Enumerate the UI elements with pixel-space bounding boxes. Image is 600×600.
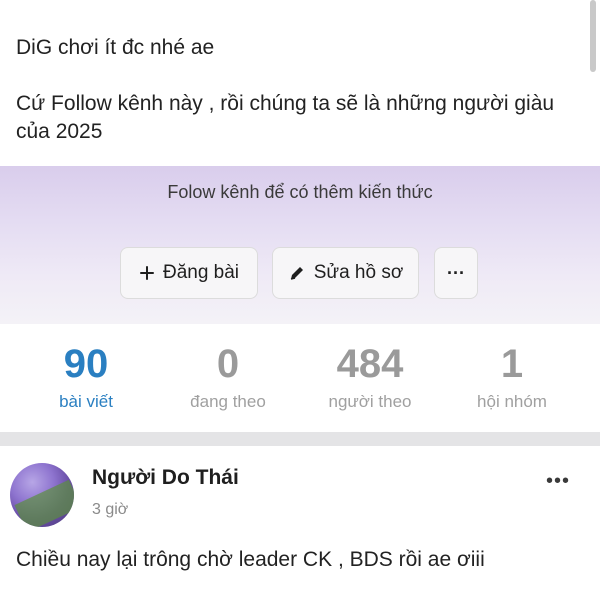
plus-icon <box>139 265 155 281</box>
stat-posts[interactable]: 90 bài viết <box>16 338 156 412</box>
post-body-text: Chiều nay lại trông chờ leader CK , BDS … <box>16 548 485 571</box>
stat-groups[interactable]: 1 hội nhóm <box>442 338 582 412</box>
avatar[interactable] <box>10 463 74 527</box>
scrollbar[interactable] <box>590 0 596 72</box>
section-divider <box>0 432 600 446</box>
post-more-icon[interactable]: ••• <box>546 470 570 493</box>
profile-bio: Folow kênh để có thêm kiến thức <box>167 182 433 202</box>
stat-value: 484 <box>336 342 404 386</box>
post-text-cut-off: ... <box>16 0 34 8</box>
create-post-label: Đăng bài <box>162 262 240 283</box>
post-author-name[interactable]: Người Do Thái <box>92 466 239 490</box>
profile-more-button[interactable]: ··· <box>434 247 478 299</box>
create-post-button[interactable]: Đăng bài <box>120 247 258 299</box>
more-icon: ··· <box>447 262 465 283</box>
stat-label: đang theo <box>190 392 266 411</box>
stat-label: hội nhóm <box>477 392 547 411</box>
pencil-icon <box>288 264 306 282</box>
edit-profile-label: Sửa hồ sơ <box>313 262 404 283</box>
stat-label: người theo <box>328 392 412 411</box>
stat-value: 90 <box>63 342 109 386</box>
stat-following[interactable]: 0 đang theo <box>158 338 298 412</box>
avatar-image <box>14 479 74 527</box>
stat-value: 1 <box>500 342 524 386</box>
stat-value: 0 <box>216 342 240 386</box>
post-text-line: DiG chơi ít đc nhé ae <box>16 36 215 59</box>
stat-label: bài viết <box>59 392 113 411</box>
edit-profile-button[interactable]: Sửa hồ sơ <box>272 247 419 299</box>
post-text-line: Cứ Follow kênh này , rồi chúng ta sẽ là … <box>16 92 555 143</box>
post-timestamp: 3 giờ <box>92 501 129 518</box>
stat-followers[interactable]: 484 người theo <box>300 338 440 412</box>
